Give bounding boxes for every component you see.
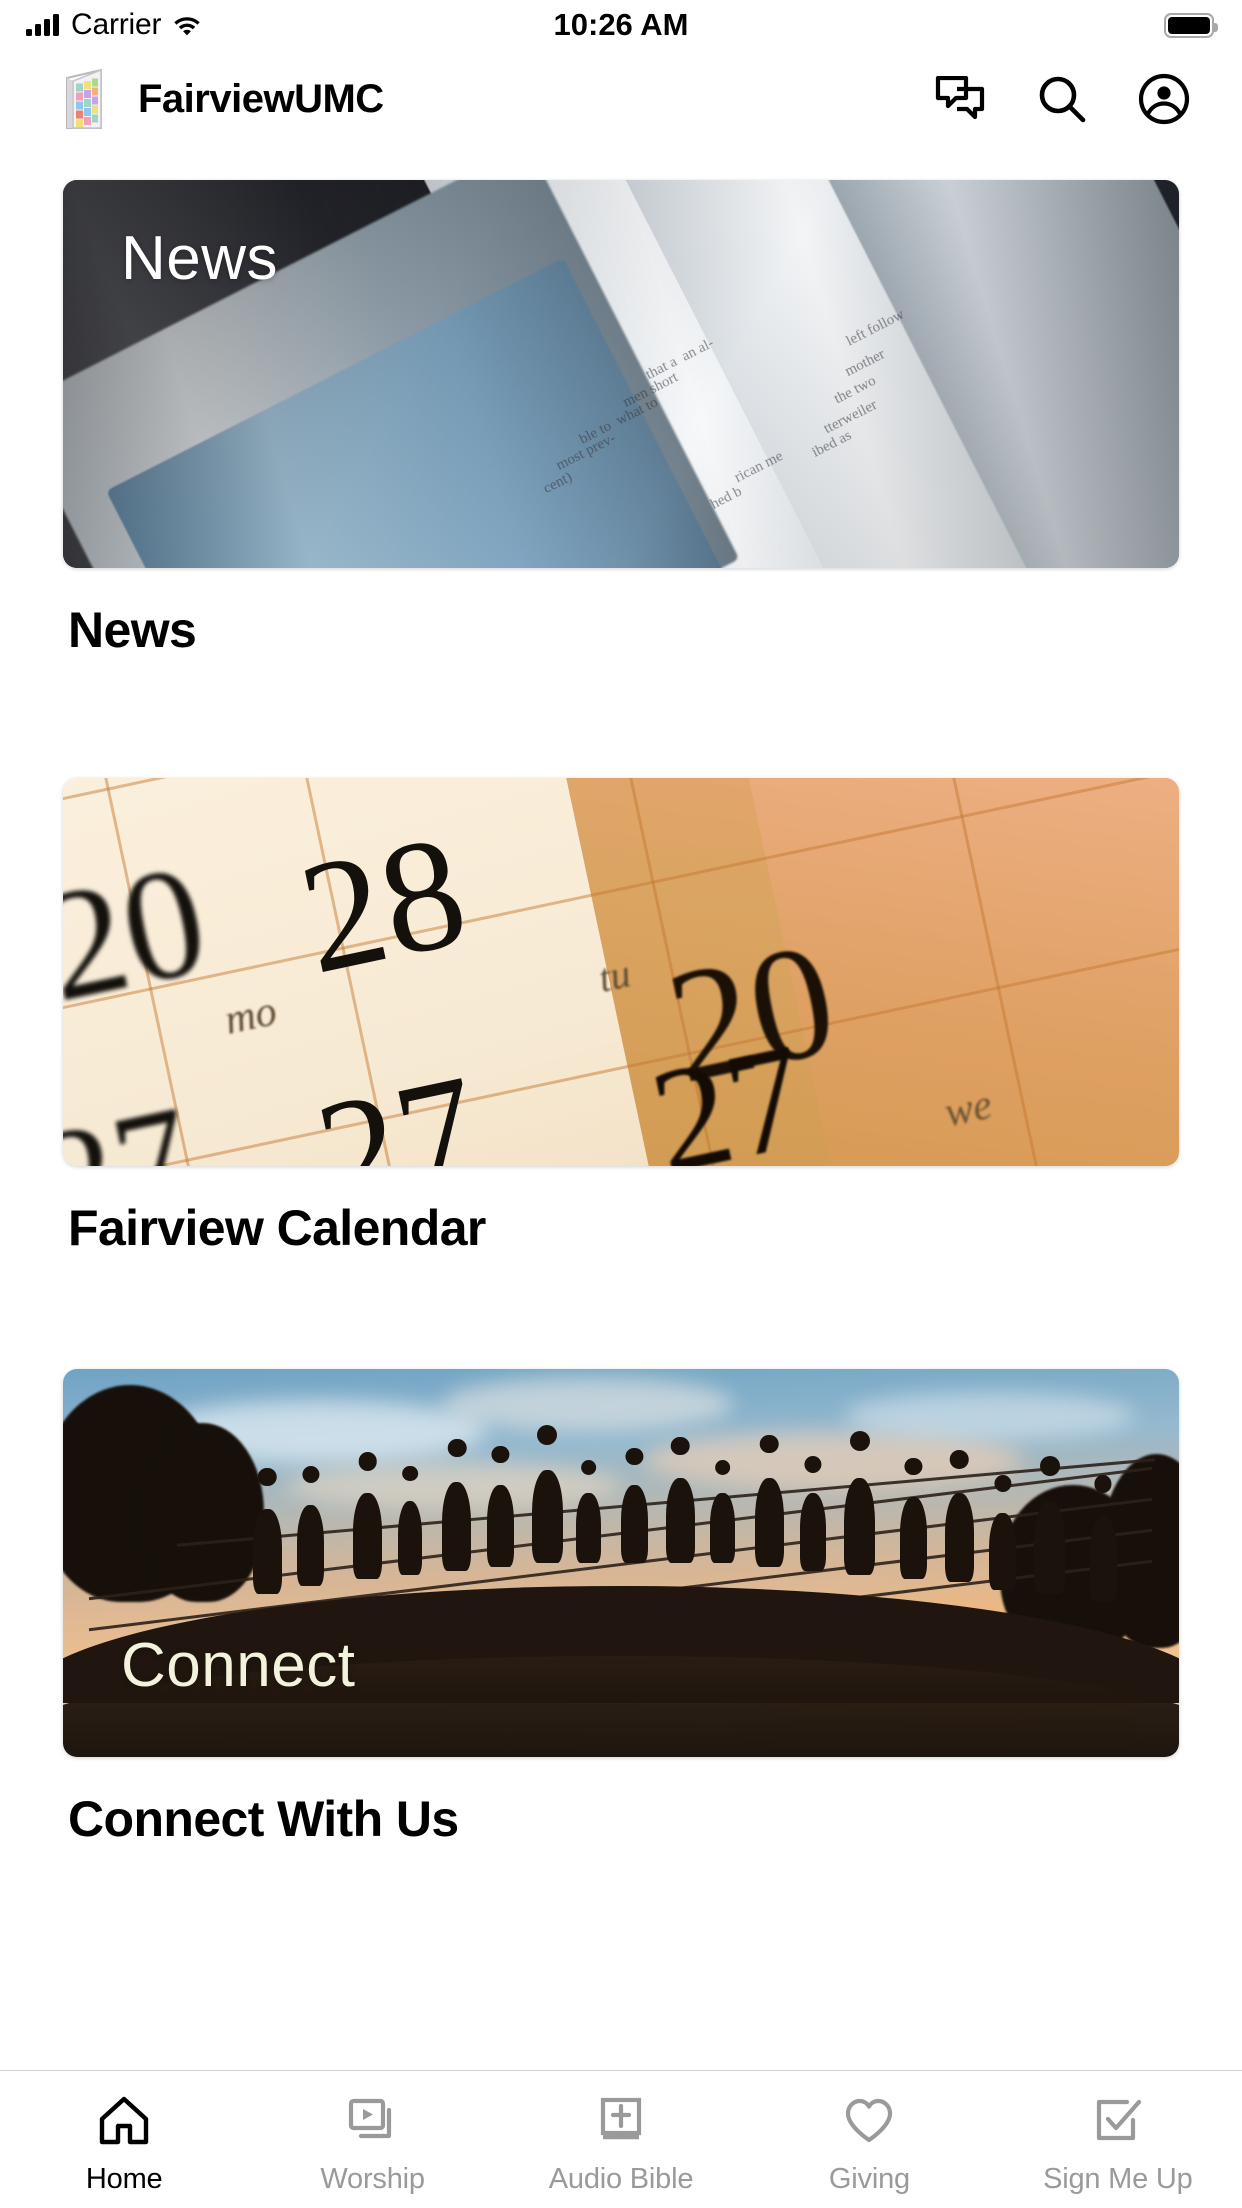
- account-circle-icon[interactable]: [1138, 73, 1190, 125]
- card-connect-image[interactable]: Connect: [63, 1369, 1179, 1757]
- chat-icon[interactable]: [934, 73, 986, 125]
- tab-home[interactable]: Home: [0, 2071, 248, 2208]
- app-title: FairviewUMC: [138, 76, 384, 121]
- app-header: FairviewUMC: [0, 50, 1242, 148]
- tab-worship-label: Worship: [320, 2163, 425, 2195]
- tab-worship[interactable]: Worship: [248, 2071, 496, 2208]
- status-bar-right: [1164, 0, 1218, 50]
- tab-giving[interactable]: Giving: [745, 2071, 993, 2208]
- card-connect-title: Connect With Us: [68, 1791, 459, 1847]
- clock-label: 10:26 AM: [553, 7, 689, 42]
- tab-sign-me-up[interactable]: Sign Me Up: [994, 2071, 1242, 2208]
- card-news-overlay-label: News: [121, 224, 279, 293]
- heart-outline-icon: [842, 2093, 896, 2149]
- app-brand[interactable]: FairviewUMC: [62, 50, 384, 148]
- calendar-number: 28: [286, 800, 480, 1008]
- status-bar-center: 10:26 AM: [0, 0, 1242, 50]
- tab-audio-bible[interactable]: Audio Bible: [497, 2071, 745, 2208]
- scroll-content[interactable]: that a an al- men short ble to what to m…: [0, 148, 1242, 2070]
- tab-giving-label: Giving: [828, 2163, 910, 2195]
- tab-sign-me-up-label: Sign Me Up: [1043, 2163, 1193, 2195]
- card-news[interactable]: that a an al- men short ble to what to m…: [0, 180, 1242, 660]
- video-library-icon: [346, 2093, 400, 2149]
- tab-audio-bible-label: Audio Bible: [548, 2163, 694, 2195]
- bottom-tab-bar: Home Worship Audio Bible Giving Sign Me …: [0, 2070, 1242, 2208]
- card-news-image[interactable]: that a an al- men short ble to what to m…: [63, 180, 1179, 568]
- stained-glass-door-icon: [62, 68, 108, 130]
- header-actions: [934, 50, 1190, 148]
- card-news-title: News: [68, 602, 197, 658]
- bible-book-icon: [594, 2093, 648, 2149]
- battery-full-icon: [1164, 12, 1218, 38]
- calendar-artwork: 20 mo 28 tu 20 we 27 mo 27 27: [63, 777, 1179, 1166]
- tab-home-label: Home: [85, 2163, 163, 2195]
- card-connect-with-us[interactable]: Connect Connect With Us: [0, 1369, 1242, 1849]
- card-fairview-calendar[interactable]: 20 mo 28 tu 20 we 27 mo 27 27 Fairview C…: [0, 777, 1242, 1258]
- status-bar: Carrier 10:26 AM: [0, 0, 1242, 50]
- search-icon[interactable]: [1036, 73, 1088, 125]
- calendar-day-abbrev: mo: [220, 987, 281, 1044]
- card-calendar-image[interactable]: 20 mo 28 tu 20 we 27 mo 27 27: [63, 777, 1179, 1166]
- home-icon: [97, 2093, 151, 2149]
- card-connect-overlay-label: Connect: [121, 1631, 356, 1700]
- checkbox-edit-icon: [1091, 2093, 1145, 2149]
- card-calendar-title: Fairview Calendar: [68, 1199, 486, 1256]
- calendar-day-abbrev: we: [940, 1081, 996, 1137]
